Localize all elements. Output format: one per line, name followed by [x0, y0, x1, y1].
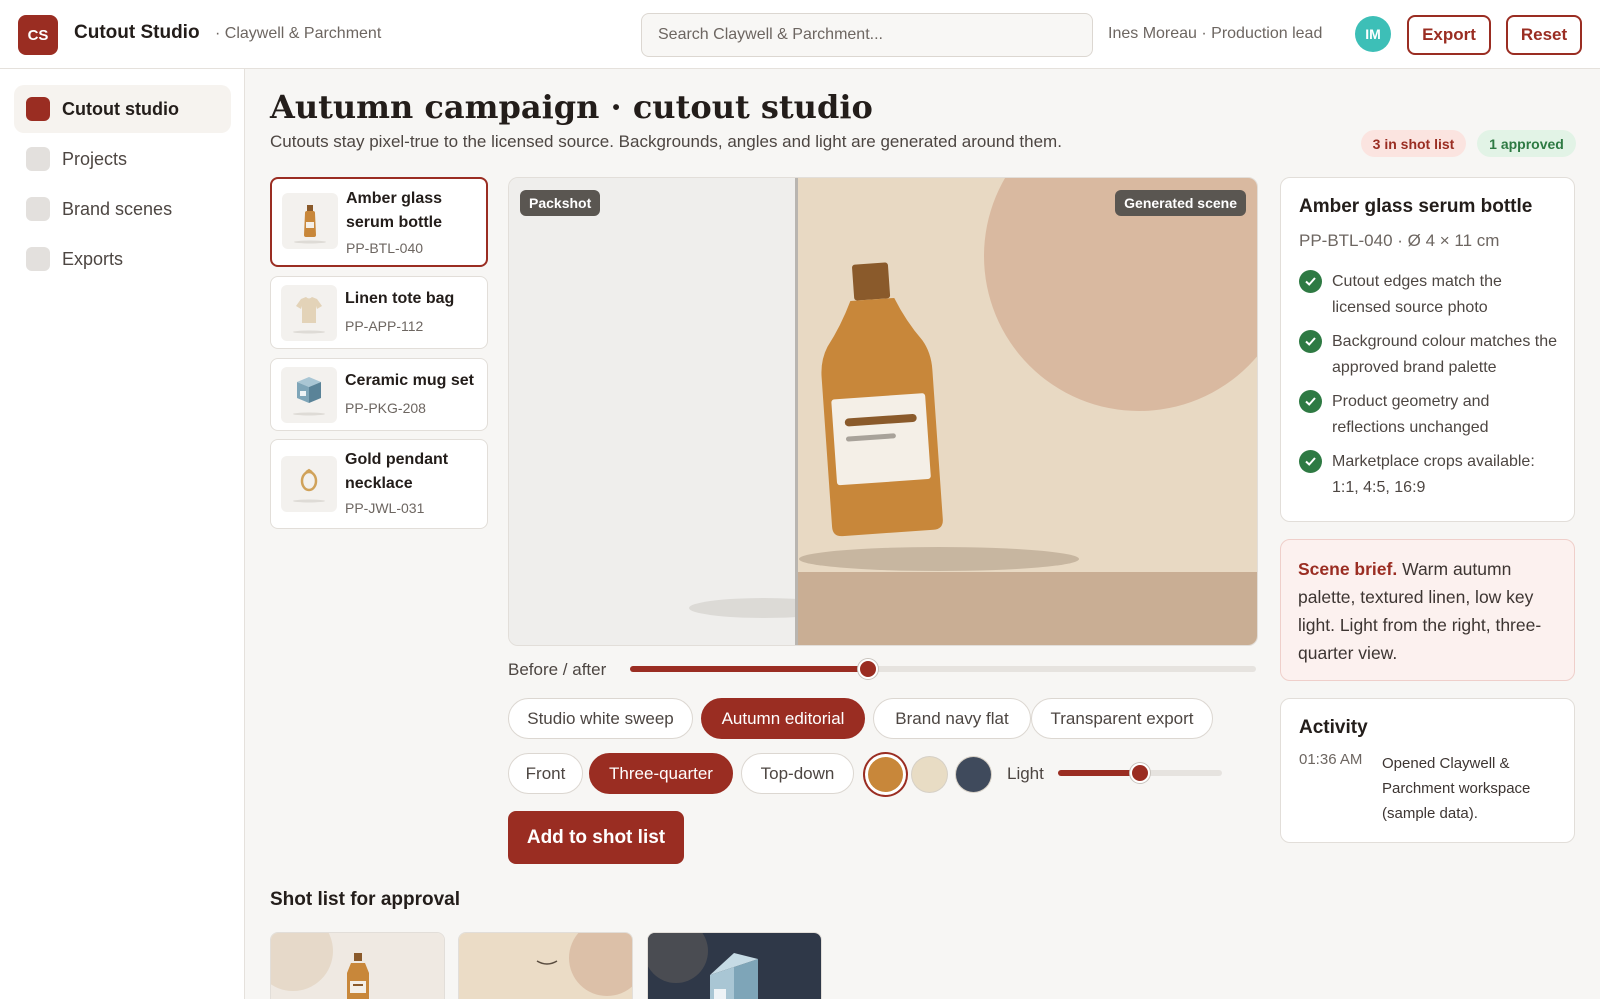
generated-scene-tag: Generated scene	[1115, 190, 1246, 216]
check-item: Cutout edges match the licensed source p…	[1299, 269, 1559, 321]
activity-title: Activity	[1299, 717, 1368, 738]
sidebar-item-cutout-studio[interactable]: Cutout studio	[14, 85, 231, 133]
product-card-gold-pendant[interactable]: Gold pendant necklace PP-JWL-031	[270, 439, 488, 529]
product-card-amber-bottle[interactable]: Amber glass serum bottle PP-BTL-040	[270, 177, 488, 267]
top-bar: CS Cutout Studio · Claywell & Parchment …	[0, 0, 1600, 69]
product-name: Amber glass serum bottle	[346, 190, 443, 231]
light-slider[interactable]	[1058, 763, 1222, 783]
sidebar: Cutout studio Projects Brand scenes Expo…	[0, 69, 245, 999]
page-title: Autumn campaign · cutout studio	[270, 88, 873, 126]
nav-square-icon	[26, 197, 50, 221]
packshot-tag: Packshot	[520, 190, 601, 216]
product-name: Linen tote bag	[345, 290, 455, 307]
sidebar-item-projects[interactable]: Projects	[14, 135, 231, 183]
angle-chip-top-down[interactable]: Top-down	[741, 753, 854, 794]
scene-chip-studio-white[interactable]: Studio white sweep	[508, 698, 693, 739]
check-text: Background colour matches the approved b…	[1332, 333, 1558, 376]
before-after-slider[interactable]	[630, 659, 1256, 679]
check-text: Cutout edges match the licensed source p…	[1332, 273, 1502, 316]
before-after-label: Before / after	[508, 660, 607, 679]
scene-preview-image	[509, 178, 1257, 645]
before-after-canvas[interactable]: Packshot Generated scene	[508, 177, 1258, 646]
nav-square-icon	[26, 247, 50, 271]
product-name: Gold pendant necklace	[345, 451, 449, 492]
approved-count-badge: 1 approved	[1477, 130, 1576, 157]
pendant-icon	[293, 468, 325, 503]
workspace-breadcrumb: · Claywell & Parchment	[215, 25, 382, 42]
user-name: Ines Moreau · Production lead	[1108, 25, 1323, 42]
shot-list-title: Shot list for approval	[270, 889, 461, 910]
app-logo[interactable]: CS	[18, 15, 58, 55]
shot-thumbnail[interactable]	[270, 932, 445, 999]
check-item: Product geometry and reflections unchang…	[1299, 389, 1559, 441]
details-title: Amber glass serum bottle	[1299, 196, 1533, 217]
slider-handle[interactable]	[857, 659, 878, 679]
avatar[interactable]: IM	[1355, 16, 1391, 52]
sidebar-item-brand-scenes[interactable]: Brand scenes	[14, 185, 231, 233]
activity-panel: Activity 01:36 AM Opened Claywell & Parc…	[1280, 698, 1575, 843]
details-meta: PP-BTL-040 · Ø 4 × 11 cm	[1299, 231, 1500, 250]
activity-text: Opened Claywell & Parchment workspace (s…	[1382, 755, 1531, 822]
shot-preview-image	[271, 933, 444, 999]
check-text: Product geometry and reflections unchang…	[1332, 393, 1490, 436]
shot-preview-image	[648, 933, 821, 999]
scene-chip-brand-navy[interactable]: Brand navy flat	[873, 698, 1031, 739]
scene-chip-transparent-export[interactable]: Transparent export	[1031, 698, 1213, 739]
product-card-linen-tote[interactable]: Linen tote bag PP-APP-112	[270, 276, 488, 349]
sidebar-item-label: Brand scenes	[62, 198, 173, 219]
sidebar-item-exports[interactable]: Exports	[14, 235, 231, 283]
product-sku: PP-JWL-031	[345, 500, 425, 516]
check-text: Marketplace crops available: 1:1, 4:5, 1…	[1332, 453, 1535, 496]
light-label: Light	[1007, 764, 1044, 783]
activity-time: 01:36 AM	[1299, 751, 1363, 768]
bottle-icon	[294, 205, 326, 244]
color-swatch-cream[interactable]	[912, 757, 947, 792]
scene-brief-label: Scene brief.	[1298, 559, 1398, 579]
sidebar-item-label: Cutout studio	[62, 98, 179, 119]
slider-fill	[1058, 770, 1140, 776]
check-item: Marketplace crops available: 1:1, 4:5, 1…	[1299, 449, 1559, 501]
color-swatch-amber[interactable]	[868, 757, 903, 792]
product-sku: PP-APP-112	[345, 318, 424, 334]
search-input[interactable]	[641, 13, 1093, 57]
shotlist-count-badge: 3 in shot list	[1361, 130, 1466, 157]
sidebar-item-label: Projects	[62, 148, 128, 169]
product-thumbnail	[282, 193, 338, 249]
export-button[interactable]: Export	[1407, 15, 1491, 55]
slider-fill	[630, 666, 868, 672]
product-card-ceramic-mug[interactable]: Ceramic mug set PP-PKG-208	[270, 358, 488, 431]
angle-chip-front[interactable]: Front	[508, 753, 583, 794]
check-icon	[1299, 450, 1322, 473]
scene-brief: Scene brief. Warm autumn palette, textur…	[1280, 539, 1575, 681]
product-sku: PP-BTL-040	[346, 240, 424, 256]
page-subtitle: Cutouts stay pixel-true to the licensed …	[270, 132, 1062, 151]
box-icon	[293, 377, 325, 416]
nav-square-icon	[26, 97, 50, 121]
product-details-panel: Amber glass serum bottle PP-BTL-040 · Ø …	[1280, 177, 1575, 522]
check-icon	[1299, 390, 1322, 413]
color-swatch-navy[interactable]	[956, 757, 991, 792]
shot-thumbnail[interactable]	[458, 932, 633, 999]
nav-square-icon	[26, 147, 50, 171]
check-icon	[1299, 330, 1322, 353]
slider-handle[interactable]	[1130, 763, 1150, 783]
reset-button[interactable]: Reset	[1506, 15, 1582, 55]
sidebar-item-label: Exports	[62, 248, 124, 269]
shot-thumbnail[interactable]	[647, 932, 822, 999]
check-icon	[1299, 270, 1322, 293]
product-thumbnail	[281, 285, 337, 341]
product-thumbnail	[281, 367, 337, 423]
product-sku: PP-PKG-208	[345, 400, 426, 416]
tshirt-icon	[293, 297, 325, 334]
app-title: Cutout Studio	[74, 22, 200, 43]
product-thumbnail	[281, 456, 337, 512]
shot-preview-image	[459, 933, 632, 999]
product-name: Ceramic mug set	[345, 372, 474, 389]
check-item: Background colour matches the approved b…	[1299, 329, 1559, 381]
add-to-shot-list-button[interactable]: Add to shot list	[508, 811, 684, 864]
angle-chip-three-quarter[interactable]: Three-quarter	[589, 753, 733, 794]
scene-chip-autumn-editorial[interactable]: Autumn editorial	[701, 698, 865, 739]
